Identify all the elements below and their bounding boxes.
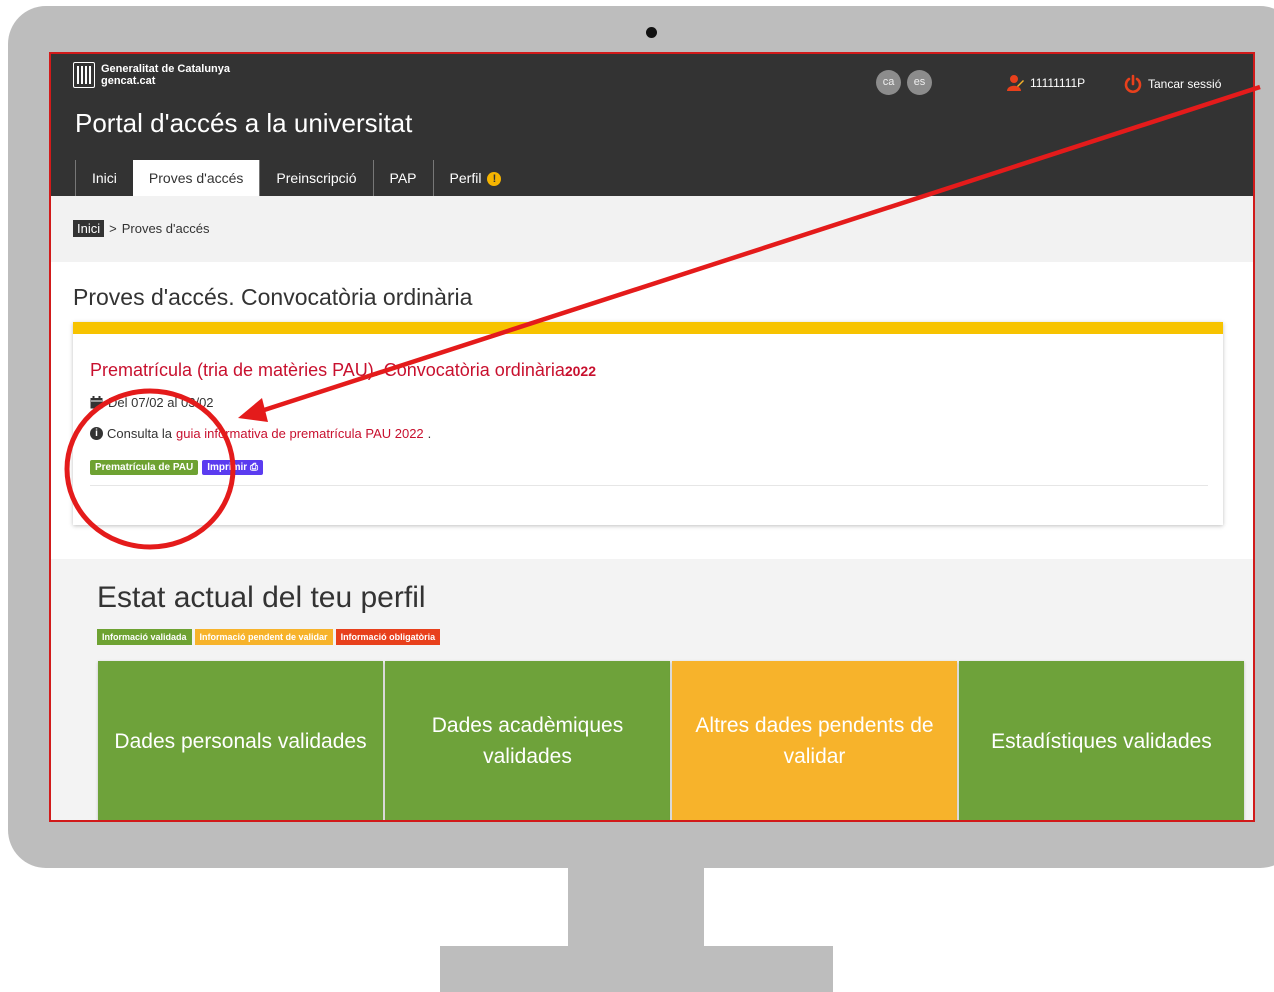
breadcrumb-separator: > [109, 221, 117, 236]
card-info: i Consulta la guia informativa de premat… [90, 426, 431, 441]
user-id: 11111111P [1030, 76, 1086, 90]
status-legend: Informació validada Informació pendent d… [97, 629, 441, 645]
logout-button[interactable]: Tancar sessió [1123, 74, 1221, 94]
breadcrumb-current: Proves d'accés [121, 221, 210, 236]
breadcrumb-bar: Inici > Proves d'accés [51, 196, 1253, 262]
brand-line1: Generalitat de Catalunya [101, 63, 230, 75]
main-tabs: Inici Proves d'accés Preinscripció PAP P… [75, 160, 517, 196]
info-suffix: . [427, 426, 432, 441]
guide-link[interactable]: guia informativa de prematrícula PAU 202… [176, 426, 424, 441]
breadcrumb-home-link[interactable]: Inici [73, 220, 105, 237]
user-menu[interactable]: 11111111P [1006, 74, 1085, 92]
gencat-logo[interactable]: Generalitat de Catalunya gencat.cat [73, 62, 230, 88]
card-title: Prematrícula (tria de matèries PAU). Con… [90, 360, 596, 381]
tile-other-data[interactable]: Altres dades pendents de validar [672, 661, 957, 820]
tab-pap[interactable]: PAP [372, 160, 433, 196]
tile-academic-data[interactable]: Dades acadèmiques validades [385, 661, 670, 820]
print-label: Imprimir [207, 462, 248, 473]
legend-pending: Informació pendent de validar [194, 629, 333, 645]
portal-title: Portal d'accés a la universitat [75, 108, 413, 138]
calendar-icon [90, 396, 103, 409]
warning-icon: ! [487, 172, 502, 186]
profile-tiles: Dades personals validades Dades acadèmiq… [98, 661, 1244, 820]
prematricula-pau-button[interactable]: Prematrícula de PAU [90, 460, 199, 475]
card-title-year: 2022 [564, 363, 597, 379]
lang-es-button[interactable]: es [907, 70, 932, 95]
monitor-stand-base [440, 946, 833, 992]
brand-line2: gencat.cat [101, 75, 156, 87]
print-button[interactable]: Imprimir ⎙ [202, 460, 263, 475]
printer-icon: ⎙ [249, 462, 258, 473]
profile-title: Estat actual del teu perfil [97, 581, 426, 614]
tab-perfil-label: Perfil [449, 170, 482, 186]
tile-statistics[interactable]: Estadístiques validades [959, 661, 1244, 820]
card-dates-text: Del 07/02 al 03/02 [108, 395, 214, 410]
lang-ca-button[interactable]: ca [876, 70, 901, 95]
tab-inici[interactable]: Inici [75, 160, 133, 196]
card-actions: Prematrícula de PAU Imprimir ⎙ [90, 460, 263, 475]
prematricula-card: Prematrícula (tria de matèries PAU). Con… [73, 322, 1223, 525]
logout-label: Tancar sessió [1148, 77, 1222, 91]
tab-preinscripcio[interactable]: Preinscripció [259, 160, 372, 196]
tile-personal-data[interactable]: Dades personals validades [98, 661, 383, 820]
monitor-stand-neck [568, 868, 704, 948]
profile-status-section: Estat actual del teu perfil Informació v… [51, 559, 1253, 820]
gencat-logo-icon [73, 62, 95, 88]
user-icon [1007, 75, 1024, 91]
header-bar: Generalitat de Catalunya gencat.cat Port… [51, 54, 1253, 196]
legend-validated: Informació validada [97, 629, 192, 645]
power-icon [1124, 74, 1142, 93]
browser-screen: Generalitat de Catalunya gencat.cat Port… [49, 52, 1255, 822]
card-title-text: Prematrícula (tria de matèries PAU). Con… [90, 360, 565, 380]
info-icon: i [90, 427, 103, 440]
tab-proves-acces[interactable]: Proves d'accés [132, 160, 260, 196]
tab-perfil[interactable]: Perfil! [432, 160, 518, 196]
breadcrumb: Inici > Proves d'accés [73, 220, 209, 237]
card-divider [90, 485, 1208, 486]
card-dates: Del 07/02 al 03/02 [90, 395, 214, 410]
section-title: Proves d'accés. Convocatòria ordinària [73, 284, 473, 310]
monitor-camera [646, 27, 657, 38]
legend-required: Informació obligatòria [335, 629, 441, 645]
info-prefix: Consulta la [107, 426, 173, 441]
